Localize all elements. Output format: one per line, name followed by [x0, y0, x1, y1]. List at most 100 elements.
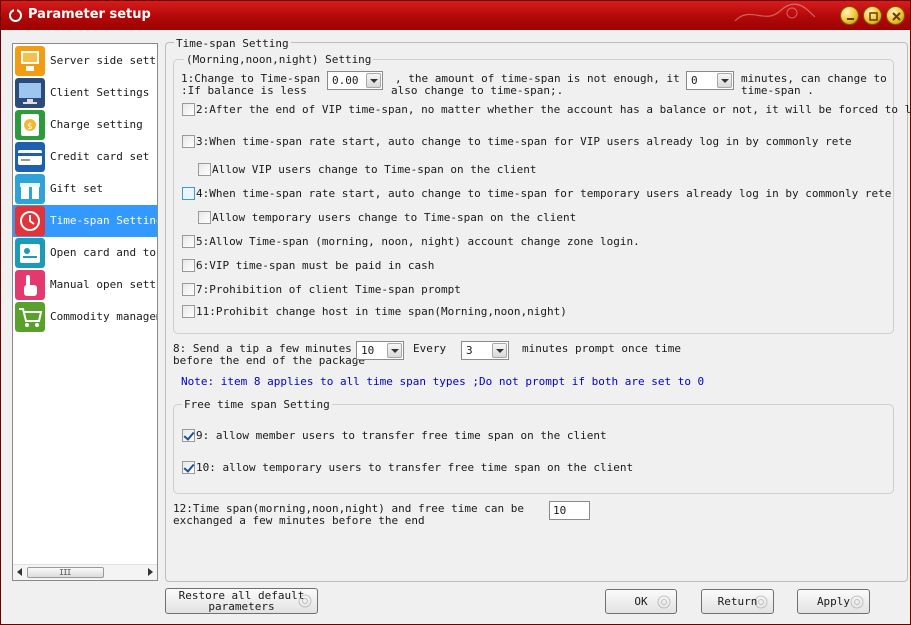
apply-label: Apply	[816, 595, 851, 608]
id-card-icon	[15, 238, 45, 268]
balance-threshold-value: 0.00	[332, 74, 359, 87]
option-4-checkbox[interactable]	[182, 187, 195, 200]
apply-button[interactable]: Apply	[797, 589, 870, 614]
tip-suffix: minutes prompt once time	[522, 342, 681, 355]
option-3-label: 3:When time-span rate start, auto change…	[196, 135, 852, 148]
exchange-minutes-input[interactable]: 10	[549, 501, 590, 520]
minimize-button[interactable]	[840, 6, 859, 25]
option-6-label: 6:VIP time-span must be paid in cash	[196, 259, 435, 272]
allow-temp-change-checkbox[interactable]	[198, 211, 211, 224]
sidebar-item-manual-open[interactable]: Manual open settin	[13, 269, 158, 301]
sidebar-item-time-span[interactable]: Time-span Setting	[13, 205, 158, 237]
return-label: Return	[717, 595, 758, 608]
option-7-checkbox[interactable]	[182, 283, 195, 296]
option-9-label: 9: allow member users to transfer free t…	[196, 429, 607, 442]
option-5-checkbox[interactable]	[182, 235, 195, 248]
option-4-label: 4:When time-span rate start, auto change…	[196, 187, 892, 200]
allow-vip-change-checkbox[interactable]	[198, 163, 211, 176]
svg-text:$: $	[27, 122, 32, 132]
option-3-checkbox[interactable]	[182, 135, 195, 148]
gift-icon	[15, 174, 45, 204]
balance-threshold-select[interactable]: 0.00	[327, 71, 383, 90]
close-icon	[892, 12, 901, 21]
option-9-checkbox[interactable]	[182, 429, 195, 442]
sidebar-item-label: Open card and top	[50, 246, 158, 259]
sidebar-item-client[interactable]: Client Settings	[13, 77, 157, 109]
time-span-panel: Time-span Setting (Morning,noon,night) S…	[165, 37, 911, 582]
scrollbar-grip: III	[59, 568, 71, 577]
option-6-checkbox[interactable]	[182, 259, 195, 272]
tip-minutes-select[interactable]: 10	[356, 341, 404, 360]
credit-card-icon	[15, 142, 45, 172]
ok-label: OK	[634, 595, 648, 608]
option-5-label: 5:Allow Time-span (morning, noon, night)…	[196, 235, 640, 248]
sidebar-item-label: Manual open settin	[50, 278, 158, 291]
sidebar-item-label: Commodity manageme	[50, 310, 158, 323]
title-ornament	[734, 3, 816, 22]
chevron-down-icon[interactable]	[492, 343, 507, 358]
close-button[interactable]	[886, 6, 905, 25]
sidebar-item-commodity[interactable]: Commodity manageme	[13, 301, 158, 333]
option-11-label: 11:Prohibit change host in time span(Mor…	[196, 305, 567, 318]
sidebar-item-label: Charge setting	[50, 118, 143, 131]
section-title: Time-span Setting	[174, 37, 291, 50]
maximize-button[interactable]	[863, 6, 882, 25]
restore-defaults-label-line2: parameters	[208, 600, 275, 613]
server-icon	[15, 46, 45, 76]
sidebar-item-label: Server side settin	[50, 54, 158, 67]
subgroup-title: (Morning,noon,night) Setting	[184, 53, 374, 66]
tip-note: Note: item 8 applies to all time span ty…	[181, 375, 705, 388]
morning-noon-night-group: (Morning,noon,night) Setting 1:Change to…	[173, 53, 911, 334]
scroll-left-icon[interactable]	[17, 568, 22, 576]
sidebar-item-open-card[interactable]: Open card and top	[13, 237, 158, 269]
sidebar-item-label: Credit card set	[50, 150, 150, 163]
chevron-down-icon[interactable]	[366, 73, 381, 88]
sidebar-item-charge[interactable]: $ Charge setting	[13, 109, 157, 141]
monitor-icon	[15, 78, 45, 108]
every-minutes-value: 3	[466, 344, 473, 357]
ok-button[interactable]: OK	[605, 589, 677, 614]
sidebar-horizontal-scrollbar[interactable]: III	[13, 564, 157, 580]
minutes-select[interactable]: 0	[686, 71, 734, 90]
allow-vip-change-label: Allow VIP users change to Time-span on t…	[212, 163, 537, 176]
return-button[interactable]: Return	[701, 589, 774, 614]
parameter-setup-window: Parameter setup Server side settin Clien…	[0, 0, 911, 625]
free-time-span-group: Free time span Setting 9: allow member u…	[173, 398, 894, 494]
sidebar-item-gift[interactable]: Gift set	[13, 173, 157, 205]
cart-icon	[15, 302, 45, 332]
chevron-down-icon[interactable]	[387, 343, 402, 358]
tip-minutes-value: 10	[361, 344, 375, 357]
restore-defaults-button[interactable]: Restore all default parameters	[165, 588, 318, 614]
option-10-checkbox[interactable]	[182, 461, 195, 474]
every-label: Every	[413, 342, 447, 355]
app-power-icon	[9, 7, 22, 22]
minutes-value: 0	[691, 74, 698, 87]
hand-pointer-icon	[15, 270, 45, 300]
sidebar-item-server[interactable]: Server side settin	[13, 45, 158, 77]
exchange-label-line2: exchanged a few minutes before the end	[173, 514, 425, 527]
charge-icon: $	[15, 110, 45, 140]
chevron-down-icon[interactable]	[717, 73, 732, 88]
scrollbar-thumb[interactable]: III	[27, 567, 104, 578]
free-group-title: Free time span Setting	[182, 398, 332, 411]
option-2-checkbox[interactable]	[182, 103, 195, 116]
every-minutes-select[interactable]: 3	[461, 341, 509, 360]
scroll-right-icon[interactable]	[148, 568, 153, 576]
minimize-icon	[847, 18, 854, 20]
dialog-body: Server side settin Client Settings $ Cha…	[6, 31, 911, 621]
allow-temp-change-label: Allow temporary users change to Time-spa…	[212, 211, 577, 224]
tip-label-line2: before the end of the package	[173, 354, 366, 367]
exchange-minutes-value: 10	[553, 504, 567, 517]
sidebar-item-label: Client Settings	[50, 86, 150, 99]
sidebar-item-credit-card[interactable]: Credit card set	[13, 141, 157, 173]
option-10-label: 10: allow temporary users to transfer fr…	[196, 461, 634, 474]
sidebar-item-label: Time-span Setting	[50, 214, 158, 227]
option-11-checkbox[interactable]	[182, 305, 195, 318]
item1-middle-text-line2: also change to time-span;.	[391, 84, 564, 97]
maximize-icon	[869, 12, 878, 21]
sidebar-item-label: Gift set	[50, 182, 103, 195]
item1-label-line2: :If balance is less	[181, 84, 307, 97]
title-bar[interactable]: Parameter setup	[1, 1, 910, 30]
settings-sidebar: Server side settin Client Settings $ Cha…	[12, 43, 158, 581]
item1-end-text-line2: time-span .	[741, 84, 814, 97]
